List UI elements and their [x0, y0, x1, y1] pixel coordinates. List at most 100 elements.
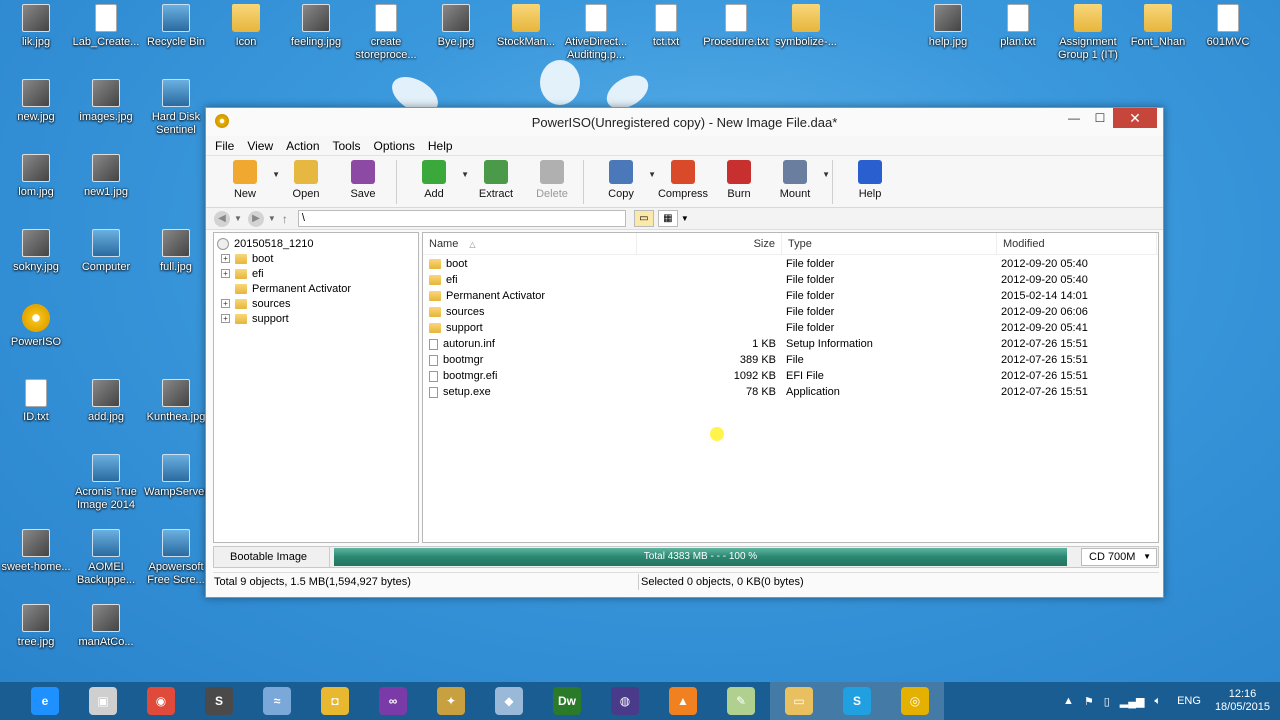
extract-button[interactable]: Extract: [465, 156, 527, 200]
taskbar-button[interactable]: ◘: [306, 682, 364, 720]
tree-item[interactable]: + efi: [217, 266, 415, 281]
menu-tools[interactable]: Tools: [333, 139, 361, 153]
desktop-icon[interactable]: feeling.jpg: [280, 4, 352, 49]
taskbar-button[interactable]: ▲: [654, 682, 712, 720]
taskbar-button[interactable]: ▭: [770, 682, 828, 720]
volume-icon[interactable]: 🔈︎: [1154, 695, 1161, 708]
column-modified[interactable]: Modified: [997, 232, 1157, 255]
signal-icon[interactable]: ▂▄▆: [1120, 695, 1145, 708]
help-button[interactable]: Help: [839, 156, 901, 200]
taskbar-button[interactable]: ◆: [480, 682, 538, 720]
address-input[interactable]: \: [297, 210, 626, 227]
taskbar-button[interactable]: ◎: [886, 682, 944, 720]
desktop-icon[interactable]: plan.txt: [982, 4, 1054, 49]
burn-button[interactable]: Burn: [714, 156, 764, 200]
back-icon[interactable]: ◀: [214, 210, 230, 227]
open-button[interactable]: Open: [276, 156, 336, 200]
up-icon[interactable]: ↑: [282, 212, 288, 226]
desktop-icon[interactable]: lom.jpg: [0, 154, 72, 199]
desktop-icon[interactable]: Kunthea.jpg: [140, 379, 212, 424]
forward-icon[interactable]: ▶: [247, 210, 264, 227]
desktop-icon[interactable]: manAtCo...: [70, 604, 142, 649]
mount-button[interactable]: Mount ▼: [764, 156, 830, 200]
desktop-icon[interactable]: new1.jpg: [70, 154, 142, 199]
battery-icon[interactable]: ▯: [1104, 695, 1110, 708]
desktop-icon[interactable]: Font_Nhan: [1122, 4, 1194, 49]
minimize-button[interactable]: —: [1061, 108, 1087, 128]
expand-icon[interactable]: +: [221, 299, 230, 308]
column-size[interactable]: Size: [637, 232, 782, 255]
desktop-icon[interactable]: Procedure.txt: [700, 4, 772, 49]
list-item[interactable]: bootmgr 389 KB File 2012-07-26 15:51: [423, 352, 1158, 368]
menu-options[interactable]: Options: [374, 139, 415, 153]
taskbar-button[interactable]: S: [828, 682, 886, 720]
taskbar-button[interactable]: Dw: [538, 682, 596, 720]
taskbar-button[interactable]: e: [16, 682, 74, 720]
menu-action[interactable]: Action: [286, 139, 319, 153]
column-type[interactable]: Type: [782, 232, 997, 255]
taskbar-button[interactable]: ▣: [74, 682, 132, 720]
list-item[interactable]: efi File folder 2012-09-20 05:40: [423, 272, 1158, 288]
desktop-icon[interactable]: Icon: [210, 4, 282, 49]
desktop-icon[interactable]: add.jpg: [70, 379, 142, 424]
desktop-icon[interactable]: ID.txt: [0, 379, 72, 424]
taskbar-button[interactable]: ◍: [596, 682, 654, 720]
desktop-icon[interactable]: lik.jpg: [0, 4, 72, 49]
tray-up-icon[interactable]: ▲: [1063, 695, 1074, 707]
expand-icon[interactable]: +: [221, 314, 230, 323]
desktop-icon[interactable]: Recycle Bin: [140, 4, 212, 49]
list-item[interactable]: support File folder 2012-09-20 05:41: [423, 320, 1158, 336]
taskbar-button[interactable]: ∞: [364, 682, 422, 720]
tree-item[interactable]: + support: [217, 311, 415, 326]
back-dropdown-icon[interactable]: ▼: [234, 214, 242, 223]
desktop-icon[interactable]: AOMEI Backuppe...: [70, 529, 142, 587]
desktop-icon[interactable]: tree.jpg: [0, 604, 72, 649]
add-button[interactable]: Add ▼: [403, 156, 469, 200]
desktop-icon[interactable]: AtiveDirect... Auditing.p...: [560, 4, 632, 62]
view-dropdown-icon[interactable]: ▼: [681, 214, 689, 223]
folder-view-icon[interactable]: ▭: [633, 210, 654, 227]
desktop-icon[interactable]: Computer: [70, 229, 142, 274]
close-button[interactable]: ✕: [1113, 108, 1157, 128]
maximize-button[interactable]: ☐: [1087, 108, 1113, 128]
media-select[interactable]: CD 700M ▼: [1081, 548, 1157, 566]
list-item[interactable]: bootmgr.efi 1092 KB EFI File 2012-07-26 15:…: [423, 368, 1158, 384]
column-name[interactable]: Name △: [423, 232, 637, 255]
delete-button[interactable]: Delete: [527, 156, 577, 200]
desktop-icon[interactable]: sweet-home...: [0, 529, 72, 574]
taskbar-button[interactable]: ✎: [712, 682, 770, 720]
desktop-icon[interactable]: create storeproce...: [350, 4, 422, 62]
tree-root[interactable]: 20150518_1210: [217, 236, 415, 251]
tree-item[interactable]: + boot: [217, 251, 415, 266]
desktop-icon[interactable]: full.jpg: [140, 229, 212, 274]
desktop-icon[interactable]: images.jpg: [70, 79, 142, 124]
desktop-icon[interactable]: new.jpg: [0, 79, 72, 124]
poweriso-icon[interactable]: [215, 114, 229, 128]
menu-file[interactable]: File: [215, 139, 234, 153]
desktop-icon[interactable]: help.jpg: [912, 4, 984, 49]
taskbar-button[interactable]: ✦: [422, 682, 480, 720]
list-item[interactable]: sources File folder 2012-09-20 06:06: [423, 304, 1158, 320]
desktop-icon[interactable]: 601MVC: [1192, 4, 1264, 49]
menu-view[interactable]: View: [247, 139, 273, 153]
forward-dropdown-icon[interactable]: ▼: [268, 214, 276, 223]
desktop-icon[interactable]: Acronis True Image 2014: [70, 454, 142, 512]
flag-icon[interactable]: ⚑: [1084, 695, 1094, 708]
compress-button[interactable]: Compress: [652, 156, 714, 200]
tree-item[interactable]: Permanent Activator: [217, 281, 415, 296]
desktop-icon[interactable]: Bye.jpg: [420, 4, 492, 49]
desktop-icon[interactable]: Lab_Create...: [70, 4, 142, 49]
expand-icon[interactable]: +: [221, 269, 230, 278]
taskbar-button[interactable]: ≈: [248, 682, 306, 720]
desktop-icon[interactable]: tct.txt: [630, 4, 702, 49]
list-item[interactable]: boot File folder 2012-09-20 05:40: [423, 256, 1158, 272]
desktop-icon[interactable]: WampServer: [140, 454, 212, 499]
taskbar-button[interactable]: ◉: [132, 682, 190, 720]
list-item[interactable]: autorun.inf 1 KB Setup Information 2012-07-…: [423, 336, 1158, 352]
desktop-icon[interactable]: PowerISO: [0, 304, 72, 349]
copy-button[interactable]: Copy ▼: [590, 156, 656, 200]
desktop-icon[interactable]: Hard Disk Sentinel: [140, 79, 212, 137]
clock[interactable]: 12:16 18/05/2015: [1215, 688, 1270, 714]
desktop-icon[interactable]: Assignment Group 1 (IT): [1052, 4, 1124, 62]
desktop-icon[interactable]: sokny.jpg: [0, 229, 72, 274]
